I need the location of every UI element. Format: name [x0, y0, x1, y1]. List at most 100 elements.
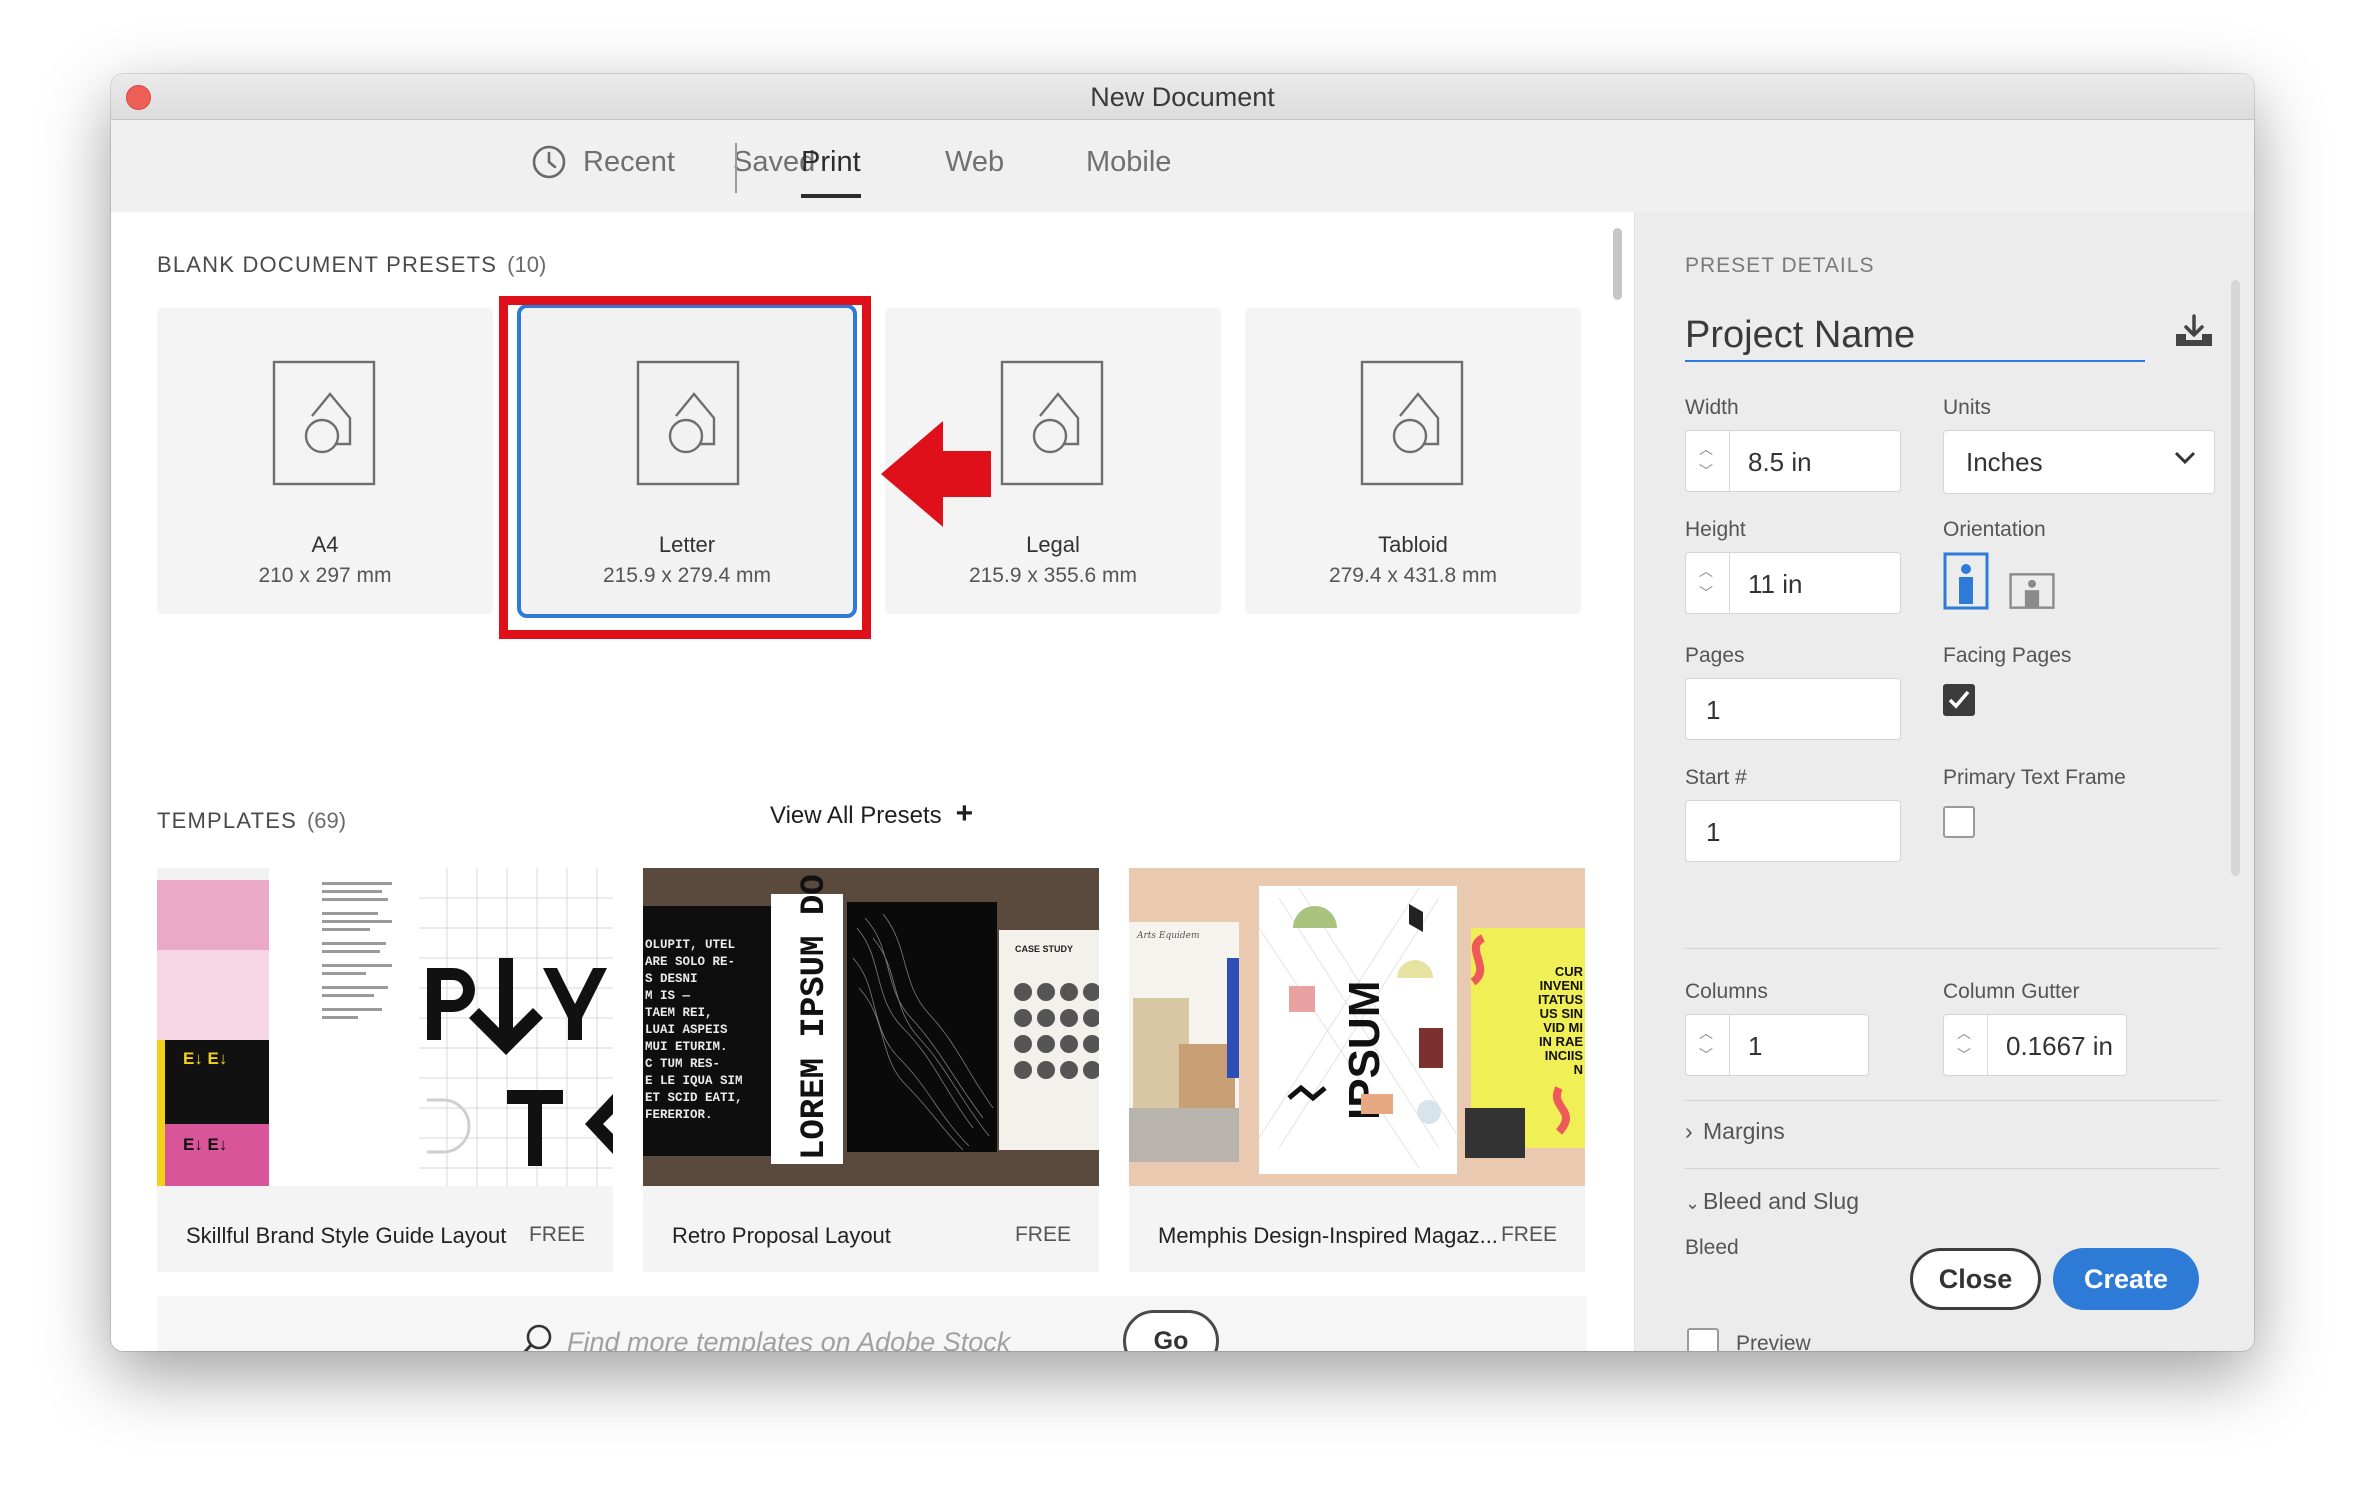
preset-name: A4: [311, 532, 339, 557]
document-icon: [1360, 360, 1464, 486]
panel-divider: [1685, 1168, 2219, 1169]
memphis-side-line: IN RAE: [1539, 1034, 1583, 1049]
margins-label: Margins: [1703, 1118, 1785, 1144]
presets-count: (10): [507, 252, 547, 277]
category-tabs: Recent Saved Print Web Mobile: [111, 120, 2254, 212]
tab-web[interactable]: Web: [945, 146, 1004, 179]
preset-name: Tabloid: [1378, 532, 1448, 557]
preset-size: 279.4 x 431.8 mm: [1328, 564, 1498, 587]
preview-checkbox[interactable]: [1687, 1328, 1719, 1351]
retro-body-line: LUAI ASPEIS: [645, 1023, 728, 1037]
columns-field[interactable]: ︿ ﹀ 1: [1685, 1014, 1869, 1076]
portrait-orientation-icon[interactable]: [1943, 552, 1989, 610]
memphis-side-line: INVENI: [1540, 978, 1583, 993]
pages-field[interactable]: 1: [1685, 678, 1901, 740]
view-all-presets-link[interactable]: View All Presets +: [770, 797, 974, 830]
column-gutter-value: 0.1667 in: [2006, 1031, 2113, 1061]
memphis-side-line: INCIIS: [1545, 1048, 1584, 1063]
preset-card-a4[interactable]: A4 210 x 297 mm: [157, 308, 493, 614]
width-field[interactable]: ︿ ﹀ 8.5 in: [1685, 430, 1901, 492]
chevron-down-icon: [2174, 451, 2196, 465]
stock-search-input[interactable]: [567, 1314, 1107, 1351]
stock-search-bar: Go: [157, 1296, 1587, 1351]
search-icon: [523, 1324, 552, 1351]
template-name: Retro Proposal Layout: [672, 1223, 891, 1248]
template-card-memphis-magazine[interactable]: Arts Equidem IPSUM CUR INVENI ITATUS US …: [1129, 868, 1585, 1272]
pages-value: 1: [1706, 695, 1721, 725]
bleed-slug-section-toggle[interactable]: ⌄ Bleed and Slug: [1685, 1188, 1859, 1215]
retro-body-line: M IS —: [645, 989, 691, 1003]
chevron-right-icon: ›: [1685, 1118, 1693, 1144]
retro-body-line: C TUM RES-: [645, 1057, 720, 1071]
retro-body-line: S DESNI: [645, 972, 698, 986]
highlight-box: [499, 296, 871, 639]
presets-heading-label: BLANK DOCUMENT PRESETS: [157, 252, 498, 277]
height-stepper-arrows[interactable]: ︿ ﹀: [1686, 553, 1730, 613]
preset-details-heading: PRESET DETAILS: [1685, 254, 1875, 277]
template-name: Memphis Design-Inspired Magaz...: [1158, 1223, 1498, 1248]
primary-text-frame-checkbox[interactable]: [1943, 806, 1975, 838]
width-label: Width: [1685, 396, 1739, 419]
column-gutter-field[interactable]: ︿ ﹀ 0.1667 in: [1943, 1014, 2127, 1076]
height-field[interactable]: ︿ ﹀ 11 in: [1685, 552, 1901, 614]
preset-size: 210 x 297 mm: [258, 564, 392, 587]
tab-print-label: Print: [801, 146, 861, 178]
chevron-down-icon: ﹀: [1699, 1047, 1713, 1063]
height-value: 11 in: [1748, 569, 1803, 599]
landscape-orientation-icon[interactable]: [2009, 562, 2055, 620]
units-dropdown[interactable]: Inches: [1943, 430, 2215, 494]
tab-recent[interactable]: Recent: [583, 146, 675, 179]
retro-title: LOREM IPSUM DO: [796, 874, 834, 1160]
panel-divider: [1685, 1100, 2219, 1101]
active-tab-indicator: [801, 194, 861, 198]
facing-pages-checkbox[interactable]: [1943, 684, 1975, 716]
create-button[interactable]: Create: [2053, 1248, 2199, 1310]
units-value: Inches: [1966, 447, 2043, 477]
start-number-value: 1: [1706, 817, 1721, 847]
brand-label-2: E↓ E↓: [183, 1135, 227, 1154]
primary-text-frame-label: Primary Text Frame: [1943, 766, 2126, 789]
clock-icon: [532, 145, 566, 179]
plus-icon: +: [955, 797, 974, 830]
chevron-down-icon: ⌄: [1685, 1193, 1701, 1213]
preset-card-tabloid[interactable]: Tabloid 279.4 x 431.8 mm: [1245, 308, 1581, 614]
presets-heading: BLANK DOCUMENT PRESETS (10): [157, 252, 546, 278]
chevron-up-icon: ︿: [1699, 563, 1713, 579]
column-gutter-label: Column Gutter: [1943, 980, 2080, 1003]
template-price: FREE: [1500, 1223, 1557, 1246]
start-number-field[interactable]: 1: [1685, 800, 1901, 862]
save-preset-icon[interactable]: [2172, 314, 2216, 350]
chevron-down-icon: ﹀: [1699, 463, 1713, 479]
templates-heading: TEMPLATES (69): [157, 808, 346, 834]
main-scrollbar[interactable]: [1613, 228, 1622, 300]
width-stepper-arrows[interactable]: ︿ ﹀: [1686, 431, 1730, 491]
margins-section-toggle[interactable]: › Margins: [1685, 1118, 1785, 1145]
orientation-label: Orientation: [1943, 518, 2046, 541]
tab-print[interactable]: Print: [801, 146, 861, 198]
memphis-side-line: CUR: [1555, 964, 1584, 979]
project-name-input[interactable]: [1685, 310, 2145, 362]
chevron-down-icon: ﹀: [1699, 585, 1713, 601]
preset-name: Legal: [1026, 532, 1080, 557]
height-label: Height: [1685, 518, 1746, 541]
tab-mobile[interactable]: Mobile: [1086, 146, 1171, 179]
gutter-stepper-arrows[interactable]: ︿ ﹀: [1944, 1015, 1988, 1075]
template-price: FREE: [528, 1223, 585, 1246]
go-button[interactable]: Go: [1123, 1310, 1219, 1351]
template-card-brand-guide[interactable]: E↓ E↓ E↓ E↓ Skillful Brand Style Guide L…: [157, 868, 613, 1272]
close-button[interactable]: Close: [1910, 1248, 2041, 1310]
template-card-retro-proposal[interactable]: OLUPIT, UTEL ARE SOLO RE- S DESNI M IS —…: [643, 868, 1099, 1272]
retro-body-line: MUI ETURIM.: [645, 1040, 728, 1054]
preset-size: 215.9 x 355.6 mm: [968, 564, 1138, 587]
template-price: FREE: [1014, 1223, 1071, 1246]
columns-stepper-arrows[interactable]: ︿ ﹀: [1686, 1015, 1730, 1075]
main-content: BLANK DOCUMENT PRESETS (10) A4 210 x 297 …: [111, 212, 1634, 1351]
columns-value: 1: [1748, 1031, 1763, 1061]
template-thumbnail: Arts Equidem IPSUM CUR INVENI ITATUS US …: [1129, 868, 1585, 1186]
width-value: 8.5 in: [1748, 447, 1812, 477]
units-label: Units: [1943, 396, 1991, 419]
columns-label: Columns: [1685, 980, 1768, 1003]
panel-scrollbar[interactable]: [2231, 280, 2240, 876]
facing-pages-label: Facing Pages: [1943, 644, 2072, 667]
window-title: New Document: [1090, 82, 1275, 112]
